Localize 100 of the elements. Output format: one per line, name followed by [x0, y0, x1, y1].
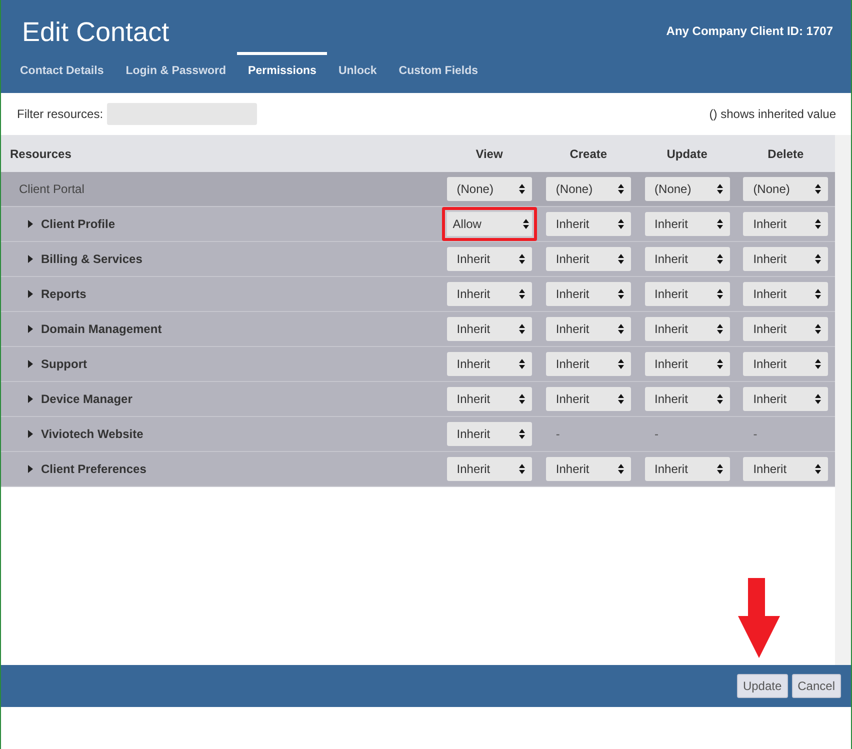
sort-arrows-icon: [518, 289, 525, 299]
sort-arrows-icon: [815, 219, 822, 229]
tab[interactable]: Contact Details: [9, 52, 115, 86]
footer-button[interactable]: Update: [736, 674, 788, 698]
column-header: View: [476, 146, 503, 162]
sort-arrows-icon: [716, 324, 723, 334]
legend-text: () shows inherited value: [709, 106, 836, 123]
tab[interactable]: Unlock: [327, 52, 388, 86]
select-field[interactable]: Inherit: [546, 457, 631, 481]
select-field[interactable]: Inherit: [546, 247, 631, 271]
select-field[interactable]: (None): [644, 177, 730, 201]
select-field[interactable]: Inherit: [743, 317, 828, 341]
select-field[interactable]: (None): [743, 177, 828, 201]
sort-arrows-icon: [518, 184, 525, 194]
select-field[interactable]: Inherit: [644, 317, 730, 341]
select-field[interactable]: Inherit: [644, 212, 730, 236]
filter-label: Filter resources:: [17, 106, 104, 123]
sort-arrows-icon: [518, 254, 525, 264]
select-field[interactable]: Inherit: [743, 282, 828, 306]
resource-name[interactable]: Domain Management: [41, 320, 162, 338]
filter-input[interactable]: [107, 103, 258, 125]
select-field[interactable]: Inherit: [644, 352, 730, 376]
select-field[interactable]: Inherit: [546, 317, 631, 341]
sort-arrows-icon: [716, 254, 723, 264]
select-field[interactable]: Inherit: [446, 387, 532, 411]
select-field[interactable]: Allow: [442, 207, 537, 241]
sort-arrows-icon: [815, 184, 822, 194]
expand-icon[interactable]: [28, 220, 33, 228]
sort-arrows-icon: [716, 359, 723, 369]
select-field[interactable]: Inherit: [644, 457, 730, 481]
resource-name[interactable]: Device Manager: [41, 390, 132, 408]
select-field[interactable]: Inherit: [546, 282, 631, 306]
sort-arrows-icon: [815, 359, 822, 369]
sort-arrows-icon: [518, 324, 525, 334]
select-field[interactable]: (None): [446, 177, 532, 201]
sort-arrows-icon: [518, 429, 525, 439]
select-field[interactable]: Inherit: [546, 212, 631, 236]
sort-arrows-icon: [618, 394, 624, 404]
resource-name[interactable]: Support: [41, 355, 87, 373]
sort-arrows-icon: [815, 464, 822, 474]
sort-arrows-icon: [716, 464, 723, 474]
sort-arrows-icon: [716, 184, 723, 194]
sort-arrows-icon: [618, 359, 624, 369]
sort-arrows-icon: [716, 289, 723, 299]
resource-name[interactable]: Reports: [41, 285, 86, 303]
client-id: Any Company Client ID: 1707: [666, 23, 834, 40]
select-field[interactable]: Inherit: [446, 317, 532, 341]
select-field[interactable]: Inherit: [446, 352, 532, 376]
empty-cell: -: [556, 427, 560, 441]
expand-icon[interactable]: [28, 465, 33, 473]
sort-arrows-icon: [518, 359, 525, 369]
sort-arrows-icon: [815, 254, 822, 264]
select-field[interactable]: Inherit: [546, 387, 631, 411]
select-field[interactable]: (None): [546, 177, 631, 201]
sort-arrows-icon: [518, 464, 525, 474]
select-field[interactable]: Inherit: [446, 422, 532, 446]
sort-arrows-icon: [815, 289, 822, 299]
expand-icon[interactable]: [28, 325, 33, 333]
dialog-title: Edit Contact: [21, 16, 170, 48]
select-field[interactable]: Inherit: [743, 457, 828, 481]
expand-icon[interactable]: [28, 360, 33, 368]
tab[interactable]: Login & Password: [114, 52, 238, 86]
select-field[interactable]: Inherit: [446, 457, 532, 481]
select-field[interactable]: Inherit: [743, 247, 828, 271]
tab[interactable]: Permissions: [237, 52, 328, 86]
select-field[interactable]: Inherit: [644, 387, 730, 411]
select-field[interactable]: Inherit: [743, 352, 828, 376]
resource-name[interactable]: Billing & Services: [41, 250, 142, 268]
empty-cell: -: [654, 427, 659, 441]
sort-arrows-icon: [618, 219, 624, 229]
resource-name: Client Portal: [19, 181, 84, 198]
expand-icon[interactable]: [28, 430, 33, 438]
expand-icon[interactable]: [28, 395, 33, 403]
sort-arrows-icon: [522, 219, 529, 229]
sort-arrows-icon: [815, 324, 822, 334]
sort-arrows-icon: [716, 219, 723, 229]
resource-name[interactable]: Client Profile: [41, 215, 116, 233]
sort-arrows-icon: [618, 289, 624, 299]
sort-arrows-icon: [618, 254, 624, 264]
select-field[interactable]: Inherit: [446, 282, 532, 306]
resource-name[interactable]: Client Preferences: [41, 460, 146, 478]
select-field[interactable]: Inherit: [546, 352, 631, 376]
expand-icon[interactable]: [28, 255, 33, 263]
select-field[interactable]: Inherit: [743, 212, 828, 236]
empty-cell: -: [753, 427, 758, 441]
sort-arrows-icon: [618, 464, 624, 474]
column-header: Resources: [10, 146, 72, 160]
sort-arrows-icon: [518, 394, 525, 404]
footer-button[interactable]: Cancel: [792, 674, 841, 698]
select-field[interactable]: Inherit: [743, 387, 828, 411]
column-header: Update: [666, 146, 708, 162]
expand-icon[interactable]: [28, 290, 33, 298]
select-field[interactable]: Inherit: [644, 247, 730, 271]
select-field[interactable]: Inherit: [644, 282, 730, 306]
column-header: Delete: [768, 146, 804, 162]
select-field[interactable]: Inherit: [446, 247, 532, 271]
sort-arrows-icon: [618, 324, 624, 334]
tab[interactable]: Custom Fields: [388, 52, 490, 86]
resource-name[interactable]: Viviotech Website: [41, 425, 144, 443]
column-header: Create: [570, 146, 608, 162]
